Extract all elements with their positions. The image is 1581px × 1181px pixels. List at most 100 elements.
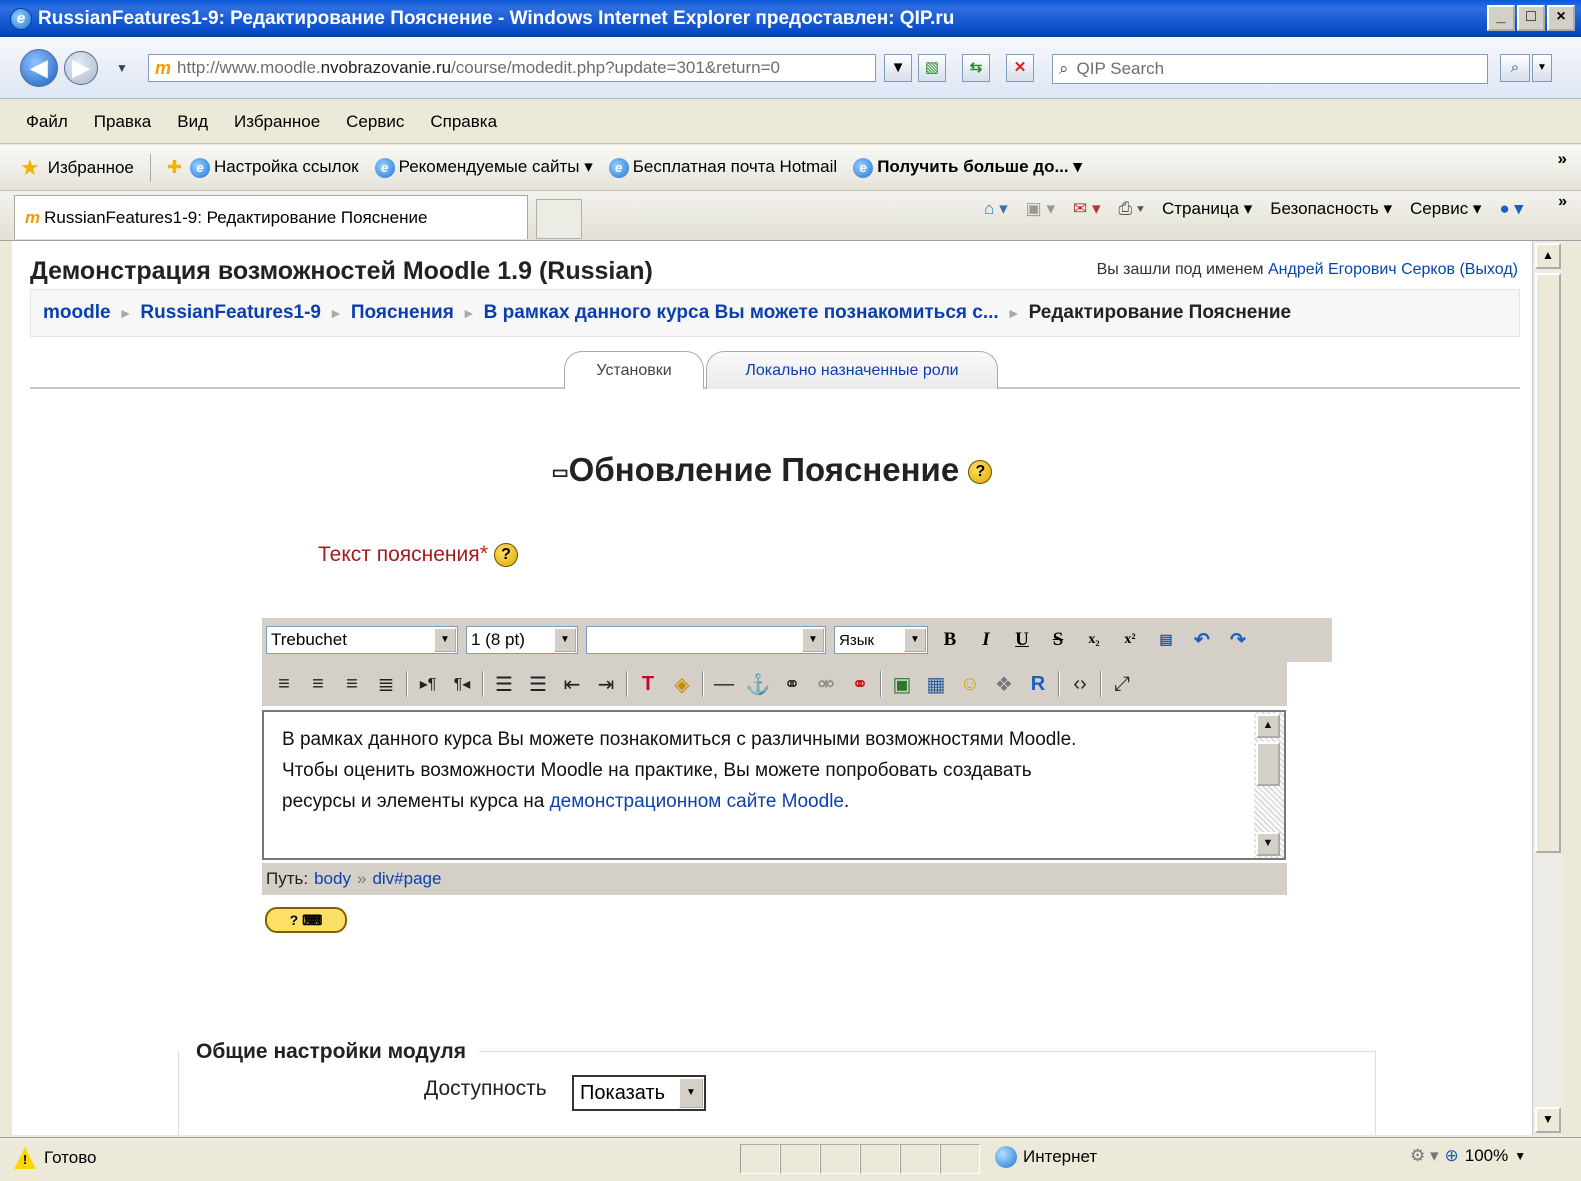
ordered-list-icon[interactable]: ☰ — [490, 672, 518, 697]
editor-scrollbar[interactable]: ▲ ▼ — [1254, 712, 1284, 858]
add-favorite-icon[interactable]: ✚ — [167, 157, 182, 178]
rtl-icon[interactable]: ¶◂ — [448, 674, 476, 694]
style-select[interactable]: ▼ — [586, 626, 826, 654]
horizontal-rule-icon[interactable]: — — [710, 673, 738, 696]
chevron-down-icon[interactable]: ▼ — [1514, 1149, 1526, 1163]
keyboard-help-icon[interactable]: ? ⌨ — [265, 907, 347, 933]
breadcrumb-label-item[interactable]: В рамках данного курса Вы можете познако… — [484, 302, 999, 324]
unlink-icon[interactable]: ⚮ — [812, 672, 840, 697]
chevron-icon[interactable]: » — [1558, 193, 1567, 211]
close-button[interactable]: × — [1547, 5, 1575, 31]
fav-item-hotmail[interactable]: e Бесплатная почта Hotmail — [608, 157, 837, 178]
new-tab-button[interactable] — [536, 199, 582, 239]
tab-settings[interactable]: Установки — [564, 351, 704, 389]
underline-button[interactable]: U — [1008, 629, 1036, 651]
favorites-button[interactable]: Избранное — [48, 158, 134, 178]
browser-tab[interactable]: m RussianFeatures1-9: Редактирование Поя… — [14, 195, 528, 239]
help-icon[interactable]: ? — [968, 460, 993, 485]
scroll-down-icon[interactable]: ▼ — [1535, 1107, 1561, 1133]
search-field[interactable]: ⌕ QIP Search — [1052, 54, 1488, 84]
demo-site-link[interactable]: демонстрационном сайте Moodle — [550, 791, 844, 812]
menu-favorites[interactable]: Избранное — [234, 112, 320, 132]
breadcrumb-course[interactable]: RussianFeatures1-9 — [140, 302, 321, 324]
special-char-icon[interactable]: ❖ — [990, 672, 1018, 697]
menu-help[interactable]: Справка — [430, 112, 497, 132]
unordered-list-icon[interactable]: ☰ — [524, 672, 552, 697]
print-icon[interactable]: ⎙ ▾ — [1119, 199, 1144, 219]
smiley-icon[interactable]: ☺ — [956, 673, 984, 696]
strikethrough-button[interactable]: S — [1044, 629, 1072, 651]
tools-menu[interactable]: Сервис ▾ — [1410, 199, 1481, 219]
fullscreen-icon[interactable]: ⤢ — [1108, 673, 1136, 696]
language-select[interactable]: Язык ▼ — [834, 626, 928, 654]
text-color-icon[interactable]: T — [634, 673, 662, 696]
minimize-button[interactable]: _ — [1487, 5, 1515, 31]
search-replace-icon[interactable]: R — [1024, 673, 1052, 696]
subscript-button[interactable]: x₂ — [1080, 632, 1108, 648]
protected-mode-icon[interactable]: ⚙ ▾ — [1410, 1146, 1439, 1166]
editor-text-area[interactable]: В рамках данного курса Вы можете познако… — [262, 710, 1286, 860]
availability-select[interactable]: Показать ▼ — [572, 1075, 706, 1111]
scroll-up-icon[interactable]: ▲ — [1535, 243, 1561, 269]
fav-item-links[interactable]: e Настройка ссылок — [189, 157, 359, 178]
page-scrollbar[interactable]: ▲ ▼ — [1532, 241, 1562, 1135]
page-menu[interactable]: Страница ▾ — [1162, 199, 1252, 219]
redo-icon[interactable]: ↷ — [1224, 629, 1252, 652]
align-right-icon[interactable]: ≡ — [338, 673, 366, 696]
breadcrumb-labels[interactable]: Пояснения — [351, 302, 454, 324]
stop-icon[interactable]: ✕ — [1006, 54, 1034, 82]
fav-item-suggested[interactable]: e Рекомендуемые сайты ▾ — [374, 157, 593, 178]
html-source-icon[interactable]: ‹› — [1066, 673, 1094, 696]
home-icon[interactable]: ⌂ ▾ — [984, 199, 1008, 219]
image-icon[interactable]: ▣ — [888, 672, 916, 697]
justify-icon[interactable]: ≣ — [372, 672, 400, 697]
mail-icon[interactable]: ✉ ▾ — [1073, 199, 1101, 219]
undo-icon[interactable]: ↶ — [1188, 629, 1216, 652]
search-go-icon[interactable]: ⌕ — [1500, 54, 1530, 82]
fav-item-more[interactable]: e Получить больше до... ▾ — [853, 157, 1082, 178]
feeds-icon[interactable]: ▣ ▾ — [1026, 199, 1055, 219]
scroll-thumb[interactable] — [1535, 273, 1561, 853]
address-field[interactable]: m http://www.moodle. nvobrazovanie.ru/cou… — [148, 54, 876, 82]
ltr-icon[interactable]: ▸¶ — [414, 674, 442, 694]
logout-link[interactable]: (Выход) — [1459, 261, 1518, 278]
breadcrumb-moodle[interactable]: moodle — [43, 302, 111, 324]
anchor-icon[interactable]: ⚓ — [744, 672, 772, 697]
path-div-link[interactable]: div#page — [372, 869, 441, 889]
menu-file[interactable]: Файл — [26, 112, 68, 132]
warning-icon[interactable]: ! — [14, 1147, 36, 1169]
nolink-icon[interactable]: ⚭ — [846, 672, 874, 697]
favorites-star-icon[interactable]: ★ — [20, 155, 40, 181]
size-select[interactable]: 1 (8 pt) ▼ — [466, 626, 578, 654]
align-left-icon[interactable]: ≡ — [270, 673, 298, 696]
font-select[interactable]: Trebuchet ▼ — [266, 626, 458, 654]
back-button[interactable]: ◀ — [20, 49, 58, 87]
forward-button[interactable]: ▶ — [64, 51, 98, 85]
background-color-icon[interactable]: ◈ — [668, 672, 696, 697]
search-options-icon[interactable]: ▼ — [1532, 54, 1552, 82]
menu-view[interactable]: Вид — [177, 112, 208, 132]
user-link[interactable]: Андрей Егорович Серков — [1268, 261, 1455, 278]
link-icon[interactable]: ⚭ — [778, 672, 806, 697]
bold-button[interactable]: B — [936, 629, 964, 651]
superscript-button[interactable]: x² — [1116, 632, 1144, 648]
chevron-icon[interactable]: » — [1558, 149, 1567, 169]
safety-menu[interactable]: Безопасность ▾ — [1270, 199, 1392, 219]
menu-tools[interactable]: Сервис — [346, 112, 404, 132]
outdent-icon[interactable]: ⇤ — [558, 672, 586, 697]
menu-edit[interactable]: Правка — [94, 112, 151, 132]
indent-icon[interactable]: ⇥ — [592, 672, 620, 697]
table-icon[interactable]: ▦ — [922, 672, 950, 697]
zoom-control[interactable]: ⚙ ▾ ⊕ 100% ▼ — [1410, 1146, 1526, 1166]
maximize-button[interactable]: □ — [1517, 5, 1545, 31]
path-body-link[interactable]: body — [314, 869, 351, 889]
align-center-icon[interactable]: ≡ — [304, 673, 332, 696]
tab-local-roles[interactable]: Локально назначенные роли — [706, 351, 998, 389]
word-paste-icon[interactable]: ▤ — [1152, 632, 1180, 649]
compat-view-icon[interactable]: ▧ — [918, 54, 946, 82]
italic-button[interactable]: I — [972, 629, 1000, 651]
refresh-icon[interactable]: ⇆ — [962, 54, 990, 82]
history-dropdown-icon[interactable]: ▼ — [116, 61, 128, 75]
help-icon[interactable]: ● ▾ — [1499, 199, 1523, 219]
address-dropdown-icon[interactable]: ▼ — [884, 54, 912, 82]
